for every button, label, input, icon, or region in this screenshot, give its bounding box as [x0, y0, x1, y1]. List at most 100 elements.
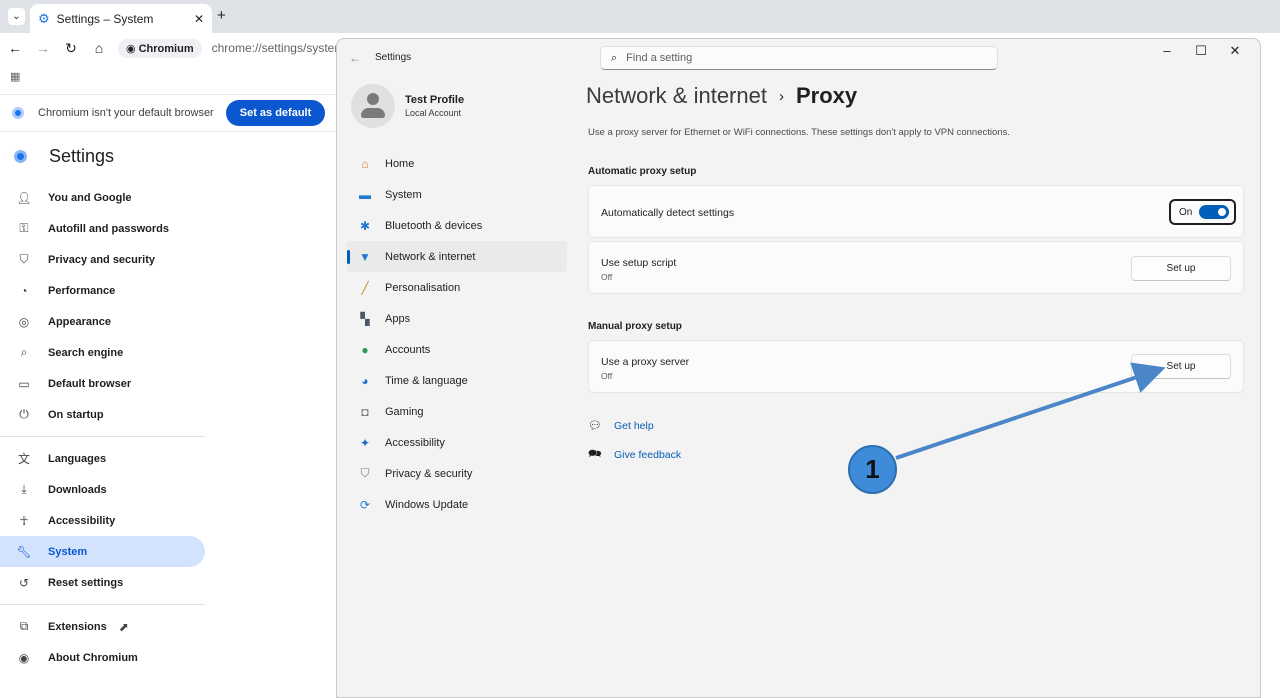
maximize-icon[interactable]: ☐ — [1184, 43, 1218, 59]
sidebar-item-reset-settings[interactable]: ↺ Reset settings — [0, 567, 205, 598]
sidebar-item-accessibility[interactable]: ☥ Accessibility — [0, 505, 205, 536]
breadcrumb: Network & internet › Proxy — [586, 83, 857, 109]
windows-settings-window: ← Settings ⌕ Find a setting – ☐ ✕ Test P… — [336, 38, 1261, 698]
reload-icon[interactable]: ↻ — [60, 40, 82, 57]
setup-script-card: Use setup script Off Set up — [588, 241, 1244, 294]
back-arrow-icon[interactable]: ← — [349, 51, 361, 65]
sidebar-item-on-startup[interactable]: ⏻ On startup — [0, 399, 205, 430]
chevron-right-icon: › — [778, 87, 784, 105]
globe-clock-icon: ◕ — [361, 373, 369, 388]
search-input[interactable]: ⌕ Find a setting — [600, 46, 998, 70]
nav-item-home[interactable]: ⌂ Home — [347, 148, 567, 179]
sidebar-item-appearance[interactable]: ◎ Appearance — [0, 306, 205, 337]
page-description: Use a proxy server for Ethernet or WiFi … — [588, 127, 1010, 138]
home-icon: ⌂ — [361, 156, 369, 171]
tab-search-button[interactable]: ⌄ — [8, 8, 25, 25]
back-icon[interactable]: ← — [4, 40, 26, 56]
toggle-state-text: On — [1179, 206, 1193, 218]
open-external-icon: ⬈ — [118, 619, 129, 634]
close-icon[interactable]: ✕ — [1218, 43, 1252, 59]
apps-icon: ▚ — [360, 311, 370, 326]
gauge-icon: ◔ — [20, 283, 28, 298]
sidebar-item-performance[interactable]: ◔ Performance — [0, 275, 205, 306]
forward-icon[interactable]: → — [32, 40, 54, 56]
nav-item-bluetooth[interactable]: ✱ Bluetooth & devices — [347, 210, 567, 241]
monitor-icon: ▬ — [359, 187, 371, 202]
set-as-default-button[interactable]: Set as default — [225, 100, 326, 126]
profile-subtitle: Local Account — [405, 108, 462, 118]
section-title-manual: Manual proxy setup — [588, 321, 682, 332]
nav-item-accounts[interactable]: ● Accounts — [347, 334, 567, 365]
section-title-automatic: Automatic proxy setup — [588, 166, 697, 177]
sidebar-item-extensions[interactable]: ⧉ Extensions ⬈ — [0, 611, 205, 642]
setup-script-button[interactable]: Set up — [1131, 256, 1231, 281]
proxy-server-label: Use a proxy server — [601, 356, 690, 368]
sidebar-item-autofill[interactable]: ⚿ Autofill and passwords — [0, 213, 205, 244]
settings-header: Settings — [14, 146, 114, 167]
tab-settings[interactable]: ⚙ Settings – System ✕ — [30, 4, 212, 33]
apps-grid-icon[interactable]: ▦ — [10, 70, 20, 83]
page-title: Settings — [49, 146, 115, 166]
shield-icon: ⛉ — [360, 466, 370, 480]
nav-item-privacy-security[interactable]: ⛉ Privacy & security — [347, 458, 567, 489]
sidebar-item-search-engine[interactable]: ⌕ Search engine — [0, 337, 205, 368]
shield-icon: ⛉ — [19, 252, 29, 266]
breadcrumb-current: Proxy — [795, 83, 858, 108]
sidebar-item-you-and-google[interactable]: 👤︎ You and Google — [0, 182, 205, 213]
chromium-icon: ◉ — [18, 650, 30, 665]
reset-icon: ↺ — [18, 575, 30, 590]
gear-icon: ⚙ — [38, 10, 50, 26]
url-text: chrome://settings/system — [211, 41, 345, 55]
person-icon: 👤︎ — [16, 190, 32, 205]
sidebar-item-system[interactable]: 🔧︎ System — [0, 536, 205, 567]
nav-item-windows-update[interactable]: ⟳ Windows Update — [347, 489, 567, 520]
feedback-icon: 🗪︎ — [588, 448, 602, 460]
minimize-icon[interactable]: – — [1150, 43, 1184, 59]
nav-item-apps[interactable]: ▚ Apps — [347, 303, 567, 334]
nav-item-personalisation[interactable]: ╱ Personalisation — [347, 272, 567, 303]
address-bar[interactable]: ◉ Chromium chrome://settings/system — [118, 37, 344, 59]
account-icon: ● — [361, 342, 369, 357]
infobar-text: Chromium isn't your default browser — [38, 107, 214, 119]
sidebar-item-default-browser[interactable]: ▭ Default browser — [0, 368, 205, 399]
chevron-down-icon: ⌄ — [12, 11, 21, 22]
bluetooth-icon: ✱ — [359, 218, 371, 233]
proxy-server-card: Use a proxy server Off Set up — [588, 340, 1244, 393]
nav-item-accessibility[interactable]: ✦ Accessibility — [347, 427, 567, 458]
profile-card[interactable]: Test Profile Local Account — [351, 84, 464, 128]
toggle-switch — [1199, 205, 1229, 219]
nav-item-network[interactable]: ▼ Network & internet — [347, 241, 567, 272]
settings-sidebar: 👤︎ You and Google ⚿ Autofill and passwords… — [0, 182, 205, 673]
browser-icon: ▭ — [18, 376, 30, 391]
new-tab-button[interactable]: + — [217, 7, 226, 24]
nav-item-gaming[interactable]: ◘ Gaming — [347, 396, 567, 427]
puzzle-icon: ⧉ — [19, 619, 29, 633]
sidebar-item-languages[interactable]: 文 Languages — [0, 443, 205, 474]
search-icon: ⌕ — [611, 51, 618, 64]
nav-item-time-language[interactable]: ◕ Time & language — [347, 365, 567, 396]
accessibility-icon: ☥ — [19, 513, 29, 528]
palette-icon: ◎ — [18, 314, 30, 329]
divider — [0, 436, 205, 437]
default-browser-infobar: Chromium isn't your default browser Set … — [0, 94, 340, 132]
sidebar-item-privacy[interactable]: ⛉ Privacy and security — [0, 244, 205, 275]
sidebar-item-about-chromium[interactable]: ◉ About Chromium — [0, 642, 205, 673]
accessibility-icon: ✦ — [359, 435, 371, 450]
brush-icon: ╱ — [361, 280, 369, 295]
sidebar-item-downloads[interactable]: ⤓ Downloads — [0, 474, 205, 505]
translate-icon: 文 — [17, 452, 30, 466]
profile-name: Test Profile — [405, 94, 465, 106]
chromium-logo-icon — [14, 150, 27, 163]
proxy-setup-button[interactable]: Set up — [1131, 354, 1231, 379]
nav-item-system[interactable]: ▬ System — [347, 179, 567, 210]
avatar — [351, 84, 395, 128]
detect-settings-toggle[interactable]: On — [1169, 199, 1236, 225]
breadcrumb-parent[interactable]: Network & internet — [586, 83, 767, 109]
close-icon[interactable]: ✕ — [194, 12, 204, 26]
setup-script-state: Off — [601, 272, 613, 282]
give-feedback-link[interactable]: 🗪︎ Give feedback — [588, 445, 681, 464]
get-help-link[interactable]: 💬︎ Get help — [588, 419, 654, 433]
site-chip[interactable]: ◉ Chromium — [118, 38, 202, 58]
home-icon[interactable]: ⌂ — [88, 40, 110, 56]
download-icon: ⤓ — [21, 482, 27, 496]
